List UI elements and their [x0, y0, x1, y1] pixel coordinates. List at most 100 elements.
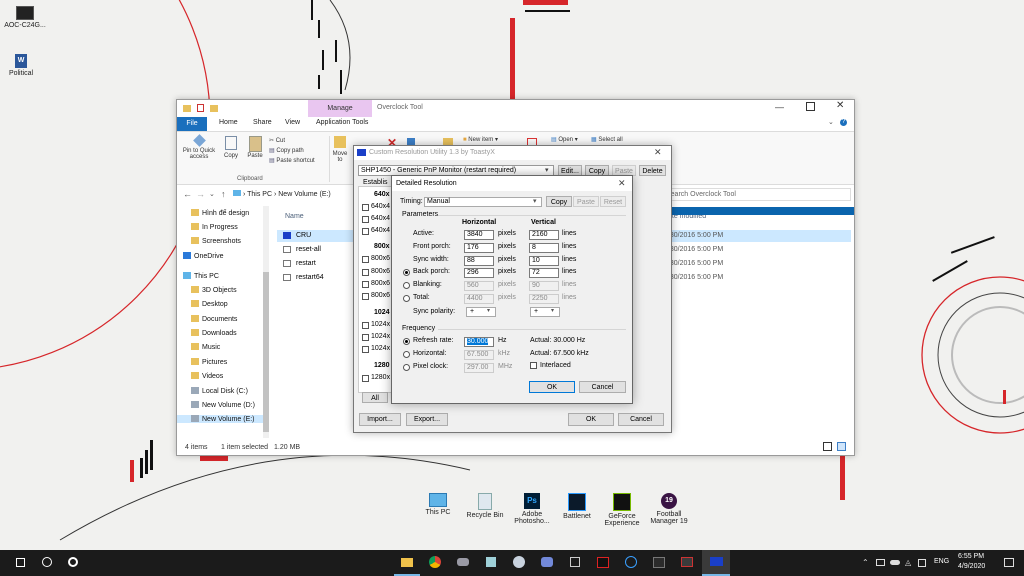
- cortana-button[interactable]: [60, 550, 86, 576]
- search-box[interactable]: Search Overclock Tool: [661, 188, 851, 201]
- quick-access-toolbar[interactable]: [183, 104, 233, 113]
- cru-delete-button[interactable]: Delete: [639, 165, 666, 176]
- list-item[interactable]: 640x4: [362, 203, 392, 213]
- recent-chevron-icon[interactable]: ⌄: [209, 190, 215, 198]
- list-item-checkbox[interactable]: [362, 269, 369, 276]
- start-button[interactable]: [8, 550, 34, 576]
- timing-select[interactable]: Manual ▾: [424, 197, 542, 207]
- copy-path-button[interactable]: ▤ Copy path: [269, 146, 315, 156]
- taskbar-app-4[interactable]: [478, 550, 504, 576]
- nav-item[interactable]: 3D Objects: [191, 286, 237, 294]
- taskbar-file-explorer[interactable]: [394, 550, 420, 576]
- nav-item[interactable]: New Volume (D:): [191, 401, 255, 409]
- nav-item[interactable]: This PC: [183, 272, 219, 280]
- nav-item[interactable]: Desktop: [191, 300, 228, 308]
- forward-arrow-icon[interactable]: →: [196, 189, 205, 199]
- crumb-this-pc[interactable]: This PC: [247, 191, 272, 198]
- taskbar-cru[interactable]: [702, 550, 730, 576]
- sync-polarity-horizontal-select[interactable]: + ▾: [466, 307, 496, 317]
- list-item-checkbox[interactable]: [362, 204, 369, 211]
- paste-shortcut-button[interactable]: ▤ Paste shortcut: [269, 156, 315, 166]
- new-item-button[interactable]: ■ New item ▾: [463, 136, 498, 143]
- action-center-icon[interactable]: [1004, 558, 1014, 567]
- list-item-checkbox[interactable]: [362, 281, 369, 288]
- language-indicator[interactable]: ENG: [934, 558, 949, 565]
- nav-item[interactable]: Screenshots: [191, 237, 241, 245]
- nav-item[interactable]: Music: [191, 343, 220, 351]
- list-item[interactable]: 800x6: [362, 268, 392, 278]
- list-item-checkbox[interactable]: [362, 346, 369, 353]
- frequency-radio[interactable]: [403, 338, 410, 345]
- frequency-radio[interactable]: [403, 351, 410, 358]
- taskbar-app-10[interactable]: [646, 550, 672, 576]
- nav-item[interactable]: Videos: [191, 372, 223, 380]
- list-item[interactable]: 1024x: [362, 321, 392, 331]
- dock-icon-recycle-bin[interactable]: Recycle Bin: [465, 493, 505, 519]
- dialog-copy-button[interactable]: Copy: [546, 196, 572, 207]
- chevron-down-icon[interactable]: ⌄: [828, 118, 834, 126]
- nav-item[interactable]: Local Disk (C:): [191, 387, 248, 395]
- taskbar-discord[interactable]: [534, 550, 560, 576]
- nav-item[interactable]: Documents: [191, 315, 237, 323]
- desktop-icon-monitor[interactable]: AOC-C24G...: [3, 6, 47, 29]
- column-header-name[interactable]: Name: [285, 213, 304, 220]
- list-item[interactable]: 1280x: [362, 374, 392, 384]
- nav-item[interactable]: New Volume (E:): [177, 415, 263, 423]
- dialog-paste-button[interactable]: Paste: [573, 196, 599, 207]
- list-item-checkbox[interactable]: [362, 375, 369, 382]
- maximize-button[interactable]: [806, 102, 815, 111]
- notification-tray-icon[interactable]: [918, 559, 926, 567]
- paste-button[interactable]: Paste: [245, 136, 265, 159]
- frequency-value-field[interactable]: 297.00: [464, 363, 494, 373]
- dock-icon-photoshop[interactable]: Ps Adobe Photosho...: [512, 493, 552, 525]
- list-item[interactable]: 640x4: [362, 215, 392, 225]
- horizontal-value-field[interactable]: 4400: [464, 294, 494, 304]
- taskbar-battlenet[interactable]: [618, 550, 644, 576]
- nav-item[interactable]: In Progress: [191, 223, 238, 231]
- list-item-checkbox[interactable]: [362, 228, 369, 235]
- tab-file[interactable]: File: [177, 117, 207, 131]
- network-icon[interactable]: [876, 559, 885, 566]
- nav-item[interactable]: Hình để design: [191, 209, 249, 217]
- frequency-radio[interactable]: [403, 364, 410, 371]
- clock-date[interactable]: 4/9/2020: [958, 563, 985, 570]
- vertical-value-field[interactable]: 10: [529, 255, 559, 266]
- cru-close-button[interactable]: ✕: [654, 147, 662, 158]
- horizontal-value-field[interactable]: 560: [464, 281, 494, 292]
- tab-home[interactable]: Home: [219, 119, 238, 126]
- nav-item[interactable]: Downloads: [191, 329, 237, 337]
- list-item[interactable]: 800x6: [362, 255, 392, 265]
- close-button[interactable]: ✕: [836, 100, 844, 111]
- tab-share[interactable]: Share: [253, 119, 272, 126]
- onedrive-icon[interactable]: [890, 560, 900, 565]
- breadcrumb[interactable]: › This PC › New Volume (E:): [233, 188, 353, 201]
- dialog-cancel-button[interactable]: Cancel: [579, 381, 626, 393]
- chevron-up-icon[interactable]: ⌃: [862, 558, 869, 567]
- frequency-value-field[interactable]: 67.500: [464, 350, 494, 360]
- cru-ok-button[interactable]: OK: [568, 413, 614, 426]
- dock-icon-this-pc[interactable]: This PC: [420, 493, 456, 516]
- minimize-button[interactable]: —: [775, 102, 784, 112]
- taskbar-app-11[interactable]: [674, 550, 700, 576]
- dialog-reset-button[interactable]: Reset: [600, 196, 626, 207]
- nav-scrollbar[interactable]: [263, 206, 269, 438]
- list-item-checkbox[interactable]: [362, 216, 369, 223]
- desktop-icon-political[interactable]: W Political: [3, 54, 39, 77]
- cru-import-button[interactable]: Import...: [359, 413, 401, 426]
- horizontal-value-field[interactable]: 88: [464, 255, 494, 266]
- search-input[interactable]: Search Overclock Tool: [666, 191, 736, 198]
- large-icons-view-icon[interactable]: [837, 442, 846, 451]
- parameter-radio[interactable]: [403, 295, 410, 302]
- list-item[interactable]: 800x6: [362, 292, 392, 302]
- tab-view[interactable]: View: [285, 119, 300, 126]
- open-button[interactable]: ▤ Open ▾: [551, 136, 578, 143]
- volume-icon[interactable]: ◬: [905, 558, 911, 567]
- dock-icon-geforce[interactable]: GeForce Experience: [602, 493, 642, 527]
- dialog-ok-button[interactable]: OK: [529, 381, 575, 393]
- help-icon[interactable]: ?: [840, 119, 847, 126]
- taskbar-steam[interactable]: [506, 550, 532, 576]
- details-view-icon[interactable]: [823, 442, 832, 451]
- copy-button[interactable]: Copy: [221, 136, 241, 159]
- cut-button[interactable]: ✂ Cut: [269, 136, 315, 146]
- up-arrow-icon[interactable]: ↑: [221, 189, 226, 199]
